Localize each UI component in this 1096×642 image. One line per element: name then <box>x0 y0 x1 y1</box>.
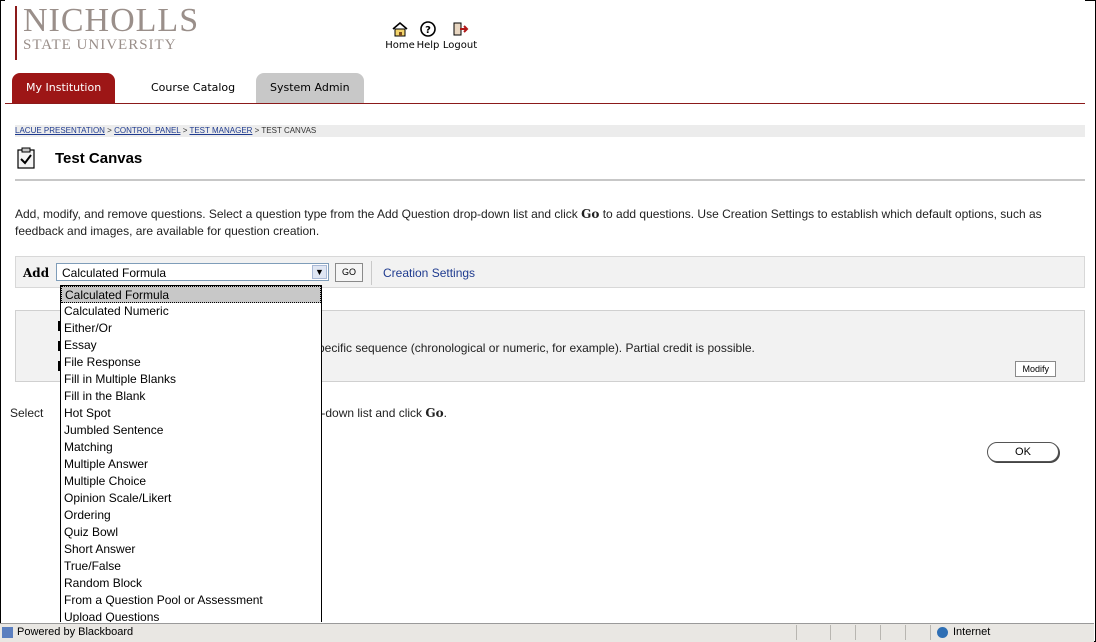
tab-system-admin[interactable]: System Admin <box>256 73 364 103</box>
dropdown-option[interactable]: Matching <box>61 439 321 456</box>
description-text-1: Add, modify, and remove questions. Selec… <box>15 207 582 221</box>
university-logo: NICHOLLS STATE UNIVERSITY <box>15 2 200 60</box>
logo-main-text: NICHOLLS <box>23 2 200 39</box>
question-type-dropdown-list[interactable]: Calculated Formula Calculated Numeric Eith… <box>60 285 322 622</box>
dropdown-option[interactable]: Fill in Multiple Blanks <box>61 371 321 388</box>
dropdown-option[interactable]: Random Block <box>61 575 321 592</box>
dropdown-option[interactable]: Either/Or <box>61 320 321 337</box>
breadcrumb-link-test-manager[interactable]: TEST MANAGER <box>189 126 252 135</box>
dropdown-option[interactable]: Multiple Choice <box>61 473 321 490</box>
dropdown-option[interactable]: Multiple Answer <box>61 456 321 473</box>
status-pane <box>830 625 831 640</box>
status-pane <box>855 625 856 640</box>
dropdown-option[interactable]: Short Answer <box>61 541 321 558</box>
dropdown-option[interactable]: Opinion Scale/Likert <box>61 490 321 507</box>
dropdown-option[interactable]: Essay <box>61 337 321 354</box>
page-icon <box>2 626 13 638</box>
globe-icon <box>937 626 948 638</box>
status-text: Powered by Blackboard <box>17 626 134 638</box>
creation-settings-link[interactable]: Creation Settings <box>383 266 475 280</box>
status-pane <box>796 625 797 640</box>
status-pane <box>880 625 881 640</box>
logout-link[interactable]: Logout <box>440 20 480 51</box>
ok-button[interactable]: OK <box>987 442 1059 462</box>
page-content: NICHOLLS STATE UNIVERSITY Home ? Help Lo… <box>5 0 1085 622</box>
tab-course-catalog[interactable]: Course Catalog <box>137 73 249 103</box>
logout-icon <box>453 22 469 36</box>
status-zone-text: Internet <box>953 626 991 638</box>
breadcrumb-link-control-panel[interactable]: CONTROL PANEL <box>114 126 180 135</box>
status-pane <box>905 625 906 640</box>
dropdown-option[interactable]: Calculated Formula <box>61 286 321 303</box>
status-zone: Internet <box>937 626 990 638</box>
page-title: Test Canvas <box>55 150 143 167</box>
status-bar: Powered by Blackboard Internet <box>0 623 1094 642</box>
dropdown-option[interactable]: Ordering <box>61 507 321 524</box>
divider <box>371 261 372 285</box>
clipboard-check-icon <box>17 147 35 169</box>
dropdown-option[interactable]: True/False <box>61 558 321 575</box>
help-icon: ? <box>420 21 436 37</box>
status-pane <box>930 625 931 640</box>
description-go-bold: Go <box>581 207 600 221</box>
instruction-end: . <box>443 406 447 420</box>
svg-text:?: ? <box>425 25 431 36</box>
dropdown-option[interactable]: From a Question Pool or Assessment <box>61 592 321 609</box>
breadcrumb-link-course[interactable]: LACUE PRESENTATION <box>15 126 105 135</box>
add-question-bar: Add Calculated Formula ▼ GO Creation Set… <box>15 256 1085 288</box>
instruction-go-bold: Go <box>425 406 444 420</box>
breadcrumb-separator: > <box>104 126 115 135</box>
logout-label: Logout <box>442 40 478 51</box>
tab-bar: My Institution Course Catalog System Adm… <box>5 73 1085 104</box>
dropdown-option[interactable]: File Response <box>61 354 321 371</box>
page-title-bar: Test Canvas <box>15 143 1085 181</box>
modify-button[interactable]: Modify <box>1015 361 1056 377</box>
dropdown-option[interactable]: Quiz Bowl <box>61 524 321 541</box>
go-button[interactable]: GO <box>335 263 363 282</box>
add-label: Add <box>23 266 50 280</box>
dropdown-option[interactable]: Hot Spot <box>61 405 321 422</box>
dropdown-option[interactable]: Upload Questions <box>61 609 321 622</box>
logo-sub-text: STATE UNIVERSITY <box>23 37 177 53</box>
question-type-select[interactable]: Calculated Formula ▼ <box>56 263 329 281</box>
tab-my-institution[interactable]: My Institution <box>12 73 116 103</box>
breadcrumb: LACUE PRESENTATION > CONTROL PANEL > TES… <box>15 125 1085 137</box>
question-text: pecific sequence (chronological or numer… <box>318 341 755 355</box>
home-icon <box>392 21 408 37</box>
dropdown-option[interactable]: Calculated Numeric <box>61 303 321 320</box>
page-description: Add, modify, and remove questions. Selec… <box>15 206 1075 240</box>
instruction-text-part: op-down list and click <box>308 406 426 420</box>
breadcrumb-current: TEST CANVAS <box>261 126 317 135</box>
dropdown-option[interactable]: Jumbled Sentence <box>61 422 321 439</box>
instruction-prefix: Select <box>10 406 44 420</box>
dropdown-option[interactable]: Fill in the Blank <box>61 388 321 405</box>
instruction-suffix: op-down list and click Go. <box>308 406 447 420</box>
chevron-down-icon[interactable]: ▼ <box>312 265 327 279</box>
select-value: Calculated Formula <box>62 266 167 280</box>
status-left: Powered by Blackboard <box>2 626 133 638</box>
